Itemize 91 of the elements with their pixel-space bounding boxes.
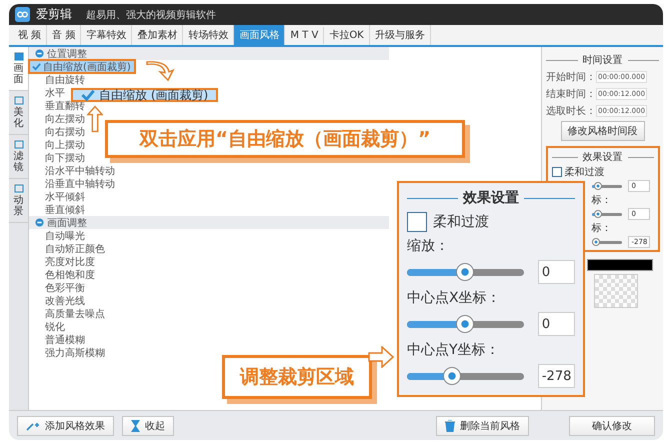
- tab[interactable]: 卡拉OK: [324, 25, 370, 45]
- tree-item[interactable]: 垂直倾斜: [29, 203, 87, 216]
- section-title: 时间设置: [582, 54, 622, 67]
- side-tab[interactable]: 滤镜: [9, 135, 28, 179]
- tree-item[interactable]: 锐化: [29, 320, 67, 333]
- tab[interactable]: 叠加素材: [132, 25, 184, 45]
- side-tab[interactable]: 美化: [9, 91, 28, 135]
- tab[interactable]: 视 频: [13, 25, 48, 45]
- check-icon: [81, 88, 95, 102]
- tab-icon: [14, 140, 24, 149]
- check-icon: [32, 62, 41, 71]
- tab[interactable]: 字幕特效: [81, 25, 132, 45]
- app-logo-icon: [15, 7, 30, 22]
- tab[interactable]: M T V: [285, 26, 324, 44]
- slider-label: 标：: [592, 194, 612, 207]
- side-tab[interactable]: 画面: [9, 47, 28, 91]
- hourglass-icon: [131, 420, 140, 432]
- section-title: 效果设置: [463, 189, 519, 207]
- checkbox[interactable]: [407, 212, 427, 232]
- tree-item[interactable]: 垂直翻转: [29, 99, 87, 112]
- collapse-icon[interactable]: [35, 49, 44, 58]
- right-arrow: [368, 346, 394, 368]
- tree-item[interactable]: 沿水平中轴转动: [29, 164, 117, 177]
- value-field[interactable]: -278: [538, 364, 575, 388]
- tree-item[interactable]: 向上摆动: [29, 138, 87, 151]
- time-label: 结束时间：: [546, 88, 596, 101]
- tree-item[interactable]: 沿垂直中轴转动: [29, 177, 117, 190]
- tree-item[interactable]: 色彩平衡: [29, 281, 87, 294]
- tree-item[interactable]: 自由旋转: [29, 73, 87, 86]
- transparency-preview: [594, 274, 638, 308]
- time-label: 选取时长：: [546, 104, 596, 118]
- zoomed-item-label: 自由缩放 (画面裁剪): [71, 88, 218, 102]
- collapse-button[interactable]: 收起: [122, 416, 174, 436]
- collapse-icon[interactable]: [35, 218, 44, 227]
- slider[interactable]: [407, 367, 524, 385]
- tree-item[interactable]: 自动曝光: [29, 229, 87, 242]
- time-label: 开始时间：: [546, 70, 596, 84]
- section-title: 效果设置: [582, 150, 622, 164]
- app-subtitle: 超易用、强大的视频剪辑软件: [86, 8, 216, 22]
- tree-item[interactable]: 自动矫正颜色: [29, 242, 107, 255]
- slider-thumb[interactable]: [594, 182, 602, 190]
- tree-item[interactable]: 向右摆动: [29, 125, 87, 138]
- checkbox-label: 柔和过渡: [433, 213, 489, 231]
- tree-item[interactable]: 向下摆动: [29, 151, 87, 164]
- slider[interactable]: [592, 182, 622, 190]
- slider[interactable]: [592, 238, 622, 246]
- tree-item[interactable]: 色相饱和度: [29, 268, 97, 281]
- tab[interactable]: 画面风格: [234, 25, 286, 45]
- color-dropdown[interactable]: [587, 259, 653, 271]
- delete-style-button[interactable]: 删除当前风格: [436, 416, 529, 436]
- slider-label: 标：: [592, 222, 612, 235]
- slider-thumb[interactable]: [456, 263, 474, 281]
- tree-item[interactable]: 改善光线: [29, 294, 87, 307]
- slider-thumb[interactable]: [456, 315, 474, 333]
- slider-label: 缩放：: [407, 237, 450, 255]
- tree-item[interactable]: 水平倾斜: [29, 190, 87, 203]
- tree-item[interactable]: 强力高斯模糊: [29, 346, 107, 359]
- checkbox-label: 柔和过渡: [564, 166, 604, 179]
- checkbox[interactable]: [552, 167, 562, 177]
- slider-thumb[interactable]: [594, 210, 602, 218]
- tab-icon: [14, 52, 24, 61]
- tree-item[interactable]: 亮度对比度: [29, 255, 97, 268]
- slider-thumb[interactable]: [592, 238, 600, 246]
- app-name: 爱剪辑: [36, 6, 72, 23]
- slider[interactable]: [592, 210, 622, 218]
- value-field[interactable]: 0: [538, 260, 575, 284]
- confirm-button[interactable]: 确认修改: [569, 416, 655, 436]
- curved-arrow: [145, 61, 175, 81]
- tree-item[interactable]: 向左摆动: [29, 112, 87, 125]
- tree-item[interactable]: 水平: [29, 86, 67, 99]
- tree-group[interactable]: 位置调整: [29, 47, 389, 60]
- edit-time-button[interactable]: 修改风格时间段: [560, 121, 644, 141]
- value-field[interactable]: 0: [538, 312, 575, 336]
- slider[interactable]: [407, 315, 524, 333]
- tab[interactable]: 音 频: [47, 25, 82, 45]
- add-effect-button[interactable]: 添加风格效果: [17, 416, 114, 436]
- slider[interactable]: [407, 263, 524, 281]
- slider-thumb[interactable]: [442, 367, 461, 385]
- tree-item[interactable]: 普通模糊: [29, 333, 87, 346]
- wand-icon: [26, 420, 40, 430]
- tab-icon: [14, 96, 24, 105]
- tree-item[interactable]: 自由缩放(画面裁剪): [29, 60, 135, 73]
- slider-label: 中心点Y坐标：: [407, 341, 501, 359]
- tab[interactable]: 升级与服务: [370, 25, 431, 45]
- side-tab[interactable]: 动景: [9, 179, 28, 223]
- tree-item[interactable]: 高质量去噪点: [29, 307, 107, 320]
- trash-icon: [445, 420, 455, 432]
- up-arrow: [87, 104, 103, 134]
- tree-group[interactable]: 画面调整: [29, 216, 389, 229]
- tab-icon: [14, 184, 24, 193]
- slider-label: 中心点X坐标：: [407, 289, 502, 307]
